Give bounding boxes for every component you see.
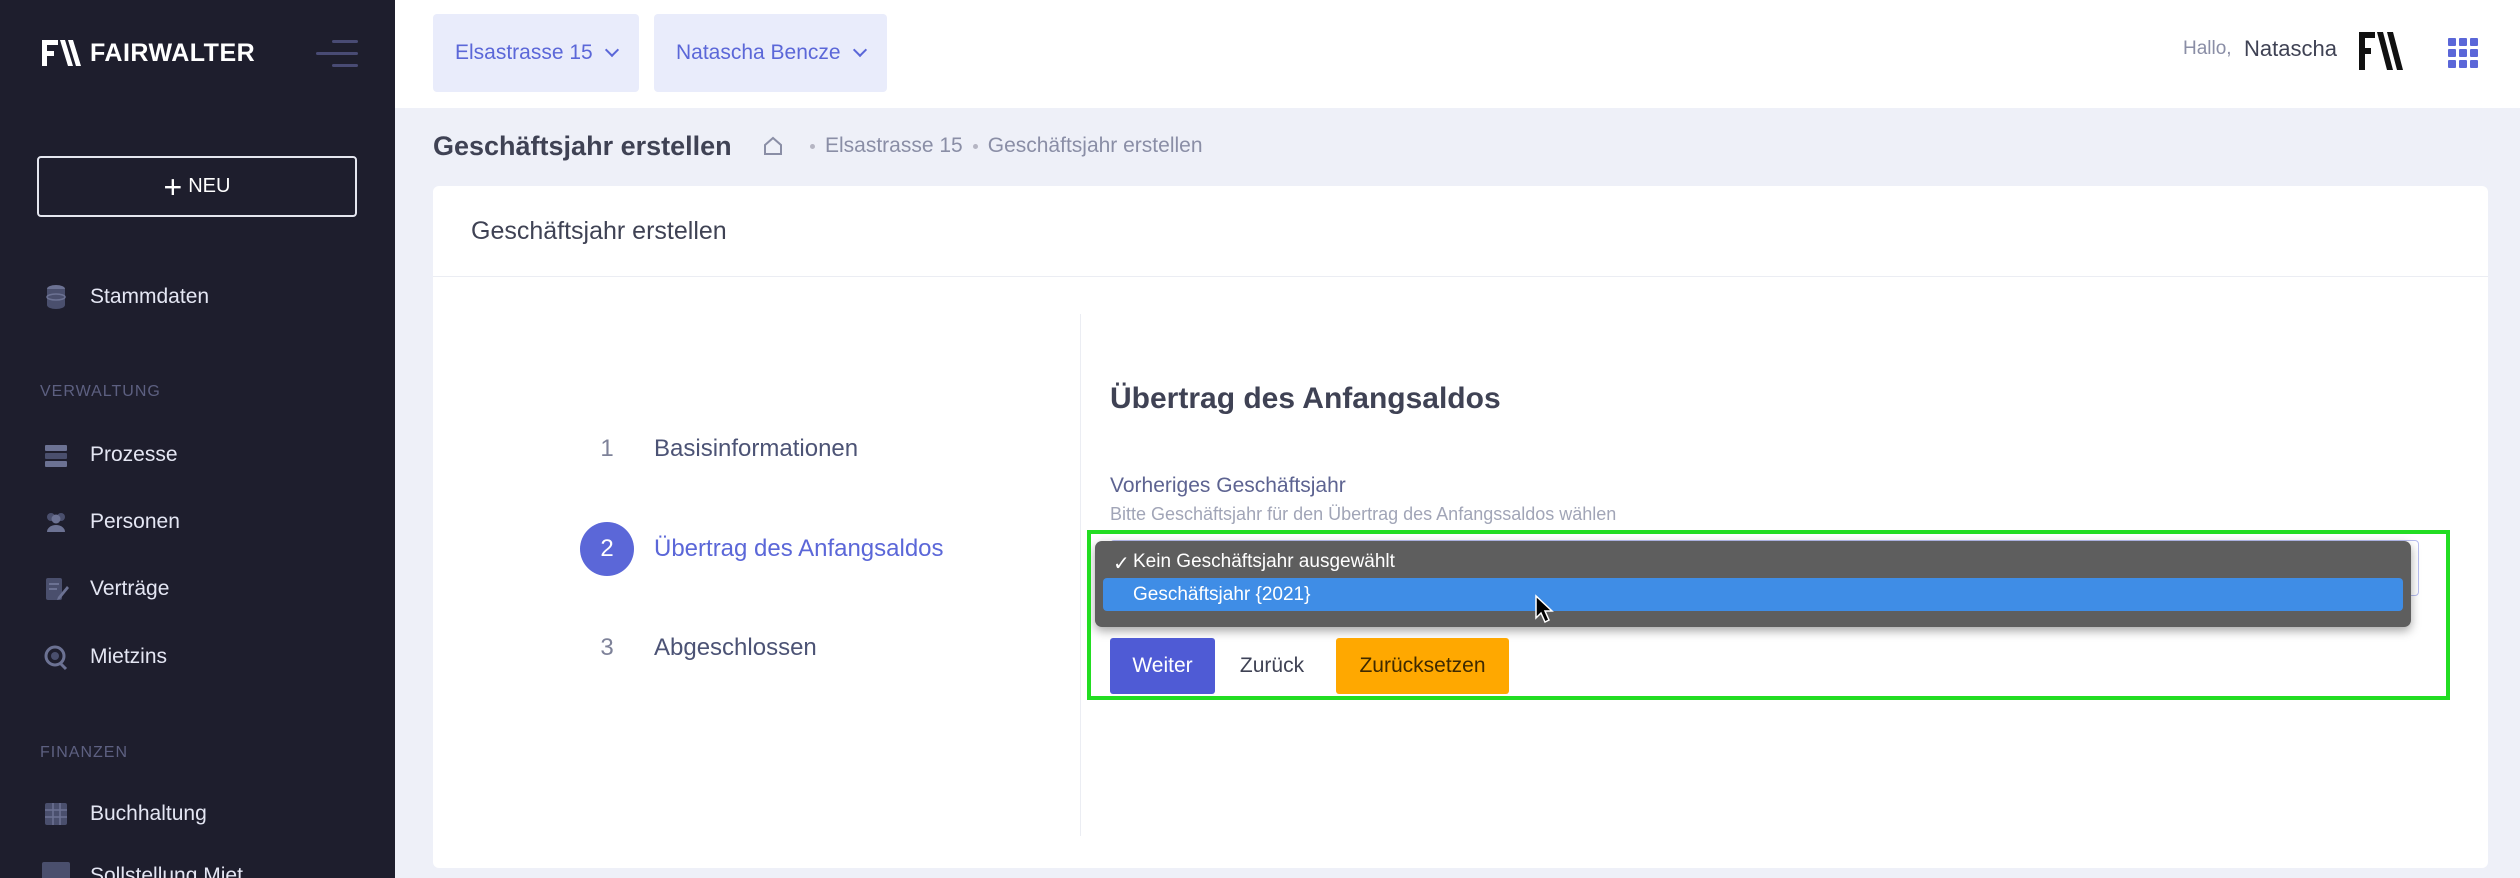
sidebar-item-label: Verträge [90,577,170,600]
user-avatar-icon[interactable] [2357,28,2407,74]
sidebar: FAIRWALTER + NEU Stammdaten VERWALTUNG P… [0,0,395,878]
person-select[interactable]: Natascha Bencze [654,14,887,92]
dropdown-option-label: Kein Geschäftsjahr ausgewählt [1133,550,1395,572]
contract-icon [46,578,69,600]
step-label: Übertrag des Anfangsaldos [654,535,944,562]
step-number: 3 [600,634,614,661]
divider [1080,314,1081,836]
page-title: Geschäftsjahr erstellen [433,131,732,161]
wizard-step-3[interactable]: 3 Abgeschlossen [580,621,817,675]
section-finanzen: FINANZEN [40,744,128,761]
dropdown-option[interactable]: Geschäftsjahr {2021} [1103,578,2403,611]
fiscal-year-dropdown-menu: ✓ Kein Geschäftsjahr ausgewählt Geschäft… [1095,541,2411,627]
plus-icon: + [163,168,183,205]
step-label: Basisinformationen [654,435,859,462]
database-icon [46,285,66,309]
dropdown-option[interactable]: ✓ Kein Geschäftsjahr ausgewählt [1103,545,2403,578]
property-select[interactable]: Elsastrasse 15 [433,14,639,92]
sidebar-item-mietzins[interactable]: Mietzins [42,643,167,671]
server-icon [45,445,67,467]
breadcrumb-separator [810,143,815,149]
card-title: Geschäftsjahr erstellen [433,186,2488,277]
fairwalter-logo-icon [42,40,81,66]
new-button[interactable]: + NEU [37,156,357,217]
brand-name: FAIRWALTER [90,38,256,67]
sidebar-item-vertraege[interactable]: Verträge [42,575,169,603]
sidebar-item-stammdaten[interactable]: Stammdaten [42,283,209,311]
section-title: Übertrag des Anfangsaldos [1110,382,1501,415]
user-name[interactable]: Natascha [2244,36,2337,62]
sidebar-item-label: Personen [90,510,180,533]
sidebar-item-label: Stammdaten [90,285,210,308]
step-number: 2 [580,522,634,576]
apps-grid-icon[interactable] [2448,38,2478,68]
wizard-step-2[interactable]: 2 Übertrag des Anfangsaldos [580,522,944,576]
wizard-card: Geschäftsjahr erstellen 1 Basisinformati… [433,186,2488,868]
home-icon[interactable] [762,135,784,157]
section-verwaltung: VERWALTUNG [40,383,161,400]
breadcrumb-item[interactable]: Geschäftsjahr erstellen [988,134,1203,158]
mouse-cursor-icon [1535,594,1554,624]
wizard-step-1[interactable]: 1 Basisinformationen [580,422,858,476]
users-icon [47,513,65,532]
chevron-down-icon [852,42,867,58]
sidebar-item-label: Mietzins [90,645,168,668]
check-icon: ✓ [1113,553,1130,575]
document-icon [42,862,70,878]
next-button[interactable]: Weiter [1110,638,1215,694]
step-label: Abgeschlossen [654,634,817,661]
sidebar-item-label: Buchhaltung [90,802,207,825]
greeting: Hallo, [2183,38,2232,59]
sidebar-item-label: Prozesse [90,443,178,466]
person-select-value: Natascha Bencze [676,41,841,64]
reset-button[interactable]: Zurücksetzen [1336,638,1509,694]
back-button[interactable]: Zurück [1225,638,1319,694]
sidebar-item-buchhaltung[interactable]: Buchhaltung [42,800,207,828]
breadcrumb-item[interactable]: Elsastrasse 15 [825,134,963,158]
previous-fiscal-year-label: Vorheriges Geschäftsjahr [1110,474,1346,497]
sidebar-toggle-icon[interactable] [316,40,358,70]
step-number: 1 [600,435,614,462]
sidebar-item-prozesse[interactable]: Prozesse [42,441,178,469]
new-button-label: NEU [188,175,231,197]
money-icon [44,645,68,671]
breadcrumb: Elsastrasse 15 Geschäftsjahr erstellen [762,134,1203,158]
brand-logo[interactable]: FAIRWALTER [42,36,255,70]
chevron-down-icon [604,42,619,58]
sidebar-item-sollstellung[interactable]: Sollstellung Miet... [42,862,260,878]
sidebar-item-personen[interactable]: Personen [42,508,180,536]
ledger-icon [45,803,67,825]
field-help-text: Bitte Geschäftsjahr für den Übertrag des… [1110,504,1617,524]
sidebar-item-label: Sollstellung Miet... [90,864,261,878]
property-select-value: Elsastrasse 15 [455,41,593,64]
dropdown-option-label: Geschäftsjahr {2021} [1133,583,1311,605]
breadcrumb-separator [972,143,978,149]
